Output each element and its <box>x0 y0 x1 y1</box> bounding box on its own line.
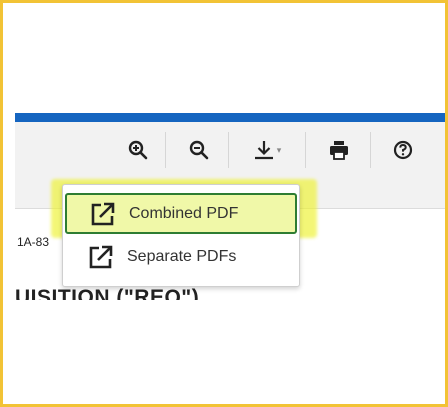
print-icon <box>330 141 348 160</box>
download-button[interactable]: ▾ <box>243 134 291 166</box>
toolbar-divider <box>305 132 306 168</box>
document-title: UISITION ("REQ") <box>15 286 200 300</box>
toolbar-divider <box>228 132 229 168</box>
external-link-icon <box>91 202 115 225</box>
zoom-out-icon <box>189 140 209 160</box>
help-button[interactable] <box>387 134 419 166</box>
chevron-down-icon: ▾ <box>276 144 282 155</box>
print-button[interactable] <box>323 134 355 166</box>
separate-pdfs-option[interactable]: Separate PDFs <box>65 237 297 277</box>
zoom-out-button[interactable] <box>183 134 215 166</box>
combined-pdf-label: Combined PDF <box>129 204 239 222</box>
toolbar-divider <box>165 132 166 168</box>
header-accent-bar <box>15 113 445 122</box>
external-link-icon <box>89 245 113 269</box>
download-menu: Combined PDF Separate PDFs <box>62 184 300 287</box>
combined-pdf-option[interactable]: Combined PDF <box>65 193 297 234</box>
help-icon <box>393 140 413 160</box>
download-icon <box>254 141 273 160</box>
zoom-in-icon <box>128 140 148 160</box>
toolbar-divider <box>370 132 371 168</box>
document-code: 1A-83 <box>17 235 50 249</box>
zoom-in-button[interactable] <box>122 134 154 166</box>
separate-pdfs-label: Separate PDFs <box>127 248 237 265</box>
